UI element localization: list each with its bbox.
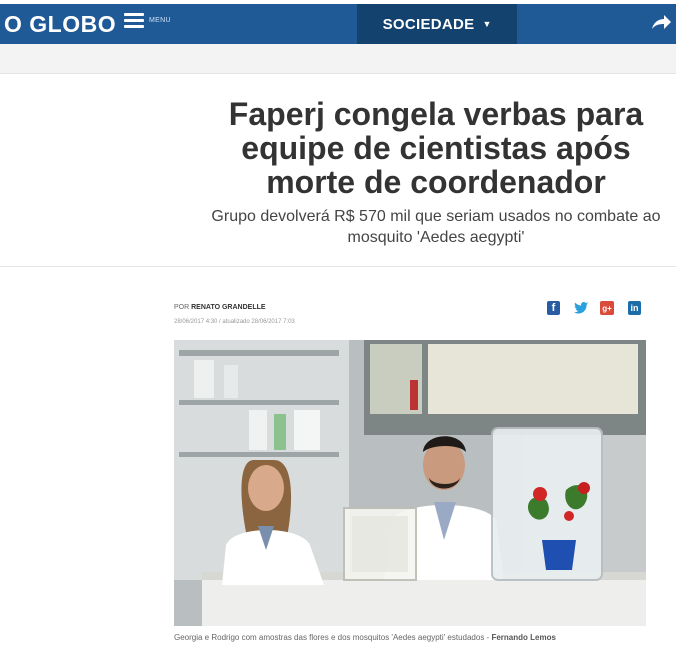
facebook-share-icon[interactable]: f xyxy=(547,301,560,315)
menu-button[interactable]: MENU xyxy=(124,12,171,28)
twitter-share-icon[interactable] xyxy=(574,301,588,315)
divider xyxy=(0,266,676,267)
article-photo[interactable] xyxy=(174,340,646,626)
site-logo[interactable]: O GLOBO xyxy=(4,11,116,38)
top-navigation-bar: O GLOBO MENU SOCIEDADE ▼ xyxy=(0,4,676,44)
googleplus-share-icon[interactable]: g+ xyxy=(600,301,614,315)
caret-down-icon: ▼ xyxy=(482,19,492,29)
section-dropdown[interactable]: SOCIEDADE ▼ xyxy=(357,4,517,44)
article-subheadline: Grupo devolverá R$ 570 mil que seriam us… xyxy=(211,208,661,246)
section-label: SOCIEDADE xyxy=(382,15,475,33)
hamburger-icon xyxy=(124,12,144,28)
byline: POR RENATO GRANDELLE xyxy=(174,304,266,311)
share-arrow-icon[interactable] xyxy=(650,13,672,36)
caption-text: Georgia e Rodrigo com amostras das flore… xyxy=(174,633,492,642)
headline-block: Faperj congela verbas para equipe de cie… xyxy=(196,97,676,199)
author-link[interactable]: RENATO GRANDELLE xyxy=(191,304,265,311)
lab-scene-illustration xyxy=(174,340,646,626)
article-headline: Faperj congela verbas para equipe de cie… xyxy=(228,96,644,200)
publish-dates: 28/06/2017 4:30 / atualizado 28/06/2017 … xyxy=(174,319,295,325)
menu-label: MENU xyxy=(149,16,171,24)
byline-prefix: POR xyxy=(174,304,190,311)
ad-strip xyxy=(0,44,676,74)
linkedin-share-icon[interactable]: in xyxy=(628,301,641,315)
photo-credit: Fernando Lemos xyxy=(491,633,556,642)
photo-caption: Georgia e Rodrigo com amostras das flore… xyxy=(174,633,556,642)
